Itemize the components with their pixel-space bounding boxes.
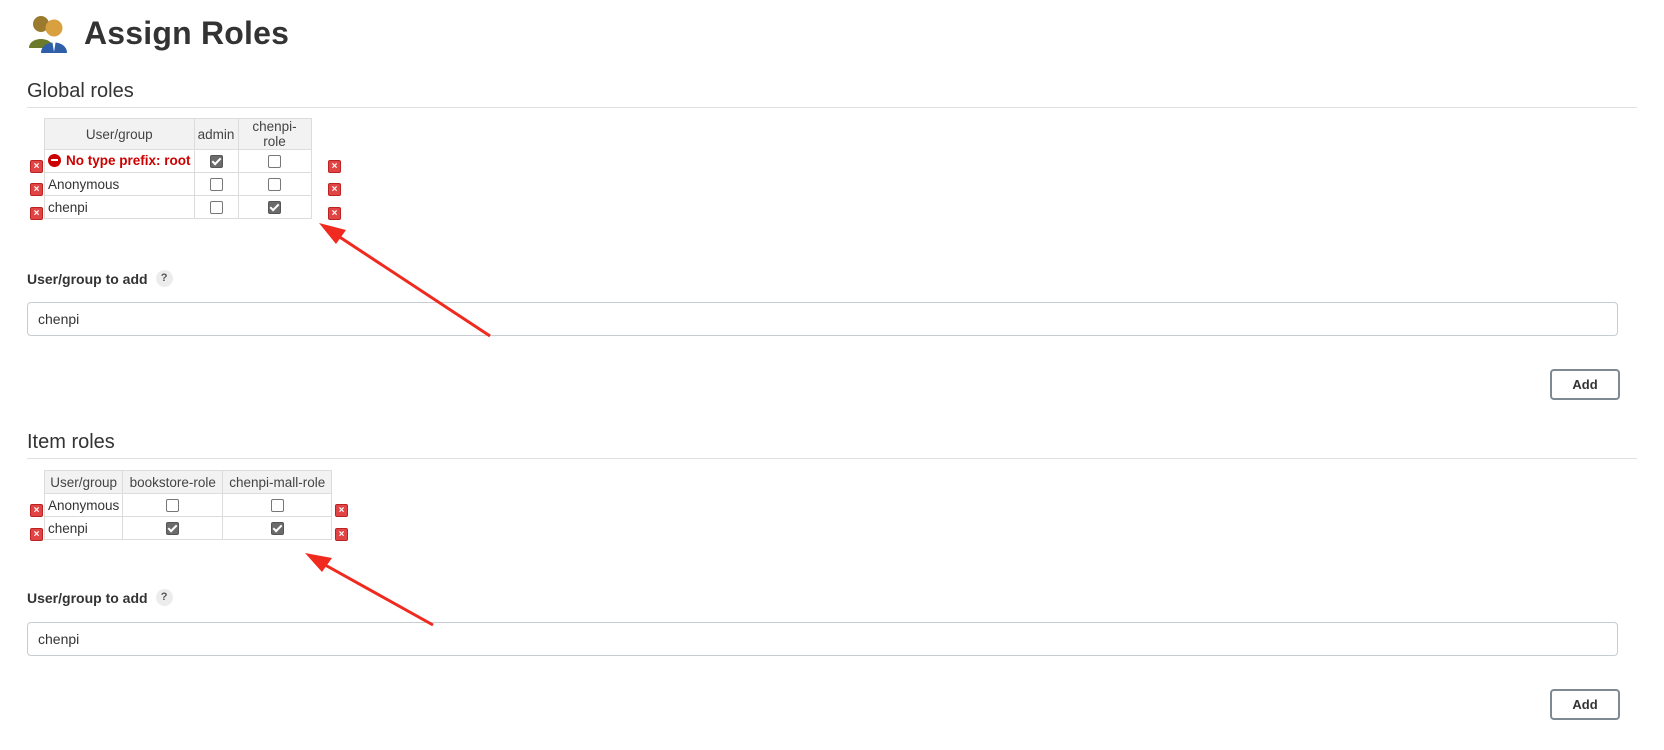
remove-row-left-chenpi[interactable]: × xyxy=(30,207,43,220)
page-title: Assign Roles xyxy=(84,14,290,51)
user-cell: chenpi xyxy=(44,195,195,219)
column-header-bookstore-role: bookstore-role xyxy=(122,470,224,494)
user-cell: chenpi xyxy=(43,516,124,540)
column-header-chenpi-role: chenpi-role xyxy=(237,118,312,150)
warning-label: No type prefix: root xyxy=(48,153,191,168)
role-cell xyxy=(193,195,239,219)
help-icon[interactable]: ? xyxy=(155,270,173,287)
user-cell: Anonymous xyxy=(44,172,195,196)
no-entry-icon xyxy=(48,153,61,167)
role-cell xyxy=(237,172,312,196)
role-cell xyxy=(237,149,312,173)
table-row: Anonymous xyxy=(44,172,312,196)
checkbox-anonymous-chenpi-mall-role[interactable] xyxy=(270,499,284,513)
table-row: chenpi xyxy=(43,516,333,540)
role-cell xyxy=(222,493,333,517)
remove-row-right-chenpi[interactable]: × xyxy=(328,207,341,220)
checkbox-root-chenpi-role[interactable] xyxy=(268,155,282,169)
column-header-user-group: User/group xyxy=(43,470,124,494)
user-cell: Anonymous xyxy=(43,493,124,517)
role-cell xyxy=(122,493,224,517)
remove-row-left-anonymous[interactable]: × xyxy=(30,183,43,196)
item-roles-table: User/group bookstore-role chenpi-mall-ro… xyxy=(43,470,333,540)
checkbox-chenpi-chenpi-role[interactable] xyxy=(268,201,282,215)
role-cell xyxy=(122,516,224,540)
checkbox-root-admin[interactable] xyxy=(209,155,223,169)
table-row: Anonymous xyxy=(43,493,333,517)
role-cell xyxy=(237,195,312,219)
global-add-label: User/group to add ? xyxy=(27,270,173,287)
remove-row-right-anonymous[interactable]: × xyxy=(328,183,341,196)
user-group-icon xyxy=(29,16,67,53)
remove-row-left-chenpi[interactable]: × xyxy=(30,528,43,541)
table-header-row: User/group admin chenpi-role xyxy=(44,118,312,150)
remove-row-left-anonymous[interactable]: × xyxy=(30,504,43,517)
item-user-input[interactable] xyxy=(27,622,1618,656)
remove-row-right-anonymous[interactable]: × xyxy=(335,504,348,517)
item-roles-heading: Item roles xyxy=(27,431,1637,459)
item-add-label: User/group to add ? xyxy=(27,589,173,606)
add-label-text: User/group to add xyxy=(27,589,148,606)
table-header-row: User/group bookstore-role chenpi-mall-ro… xyxy=(43,470,333,494)
column-header-chenpi-mall-role: chenpi-mall-role xyxy=(222,470,333,494)
role-cell xyxy=(193,172,239,196)
role-cell xyxy=(193,149,239,173)
help-icon[interactable]: ? xyxy=(155,589,173,606)
user-cell: No type prefix: root xyxy=(44,149,195,173)
checkbox-anonymous-chenpi-role[interactable] xyxy=(268,178,282,192)
table-row: chenpi xyxy=(44,195,312,219)
global-user-input[interactable] xyxy=(27,302,1618,336)
page-header: Assign Roles xyxy=(28,12,289,54)
column-header-user-group: User/group xyxy=(44,118,195,150)
warning-text: No type prefix: root xyxy=(66,152,191,168)
column-header-admin: admin xyxy=(193,118,239,150)
checkbox-anonymous-admin[interactable] xyxy=(209,178,223,192)
remove-row-right-chenpi[interactable]: × xyxy=(335,528,348,541)
global-add-button[interactable]: Add xyxy=(1550,369,1620,400)
arrow-item-icon xyxy=(305,553,434,627)
role-cell xyxy=(222,516,333,540)
add-label-text: User/group to add xyxy=(27,270,148,287)
checkbox-anonymous-bookstore-role[interactable] xyxy=(166,499,180,513)
global-roles-heading: Global roles xyxy=(27,80,1637,108)
checkbox-chenpi-bookstore-role[interactable] xyxy=(166,522,180,536)
table-row: No type prefix: root xyxy=(44,149,312,173)
checkbox-chenpi-admin[interactable] xyxy=(209,201,223,215)
item-add-button[interactable]: Add xyxy=(1550,689,1620,720)
checkbox-chenpi-chenpi-mall-role[interactable] xyxy=(270,522,284,536)
remove-row-right-root[interactable]: × xyxy=(328,160,341,173)
global-roles-table: User/group admin chenpi-role No type pre… xyxy=(44,118,312,219)
remove-row-left-root[interactable]: × xyxy=(30,160,43,173)
